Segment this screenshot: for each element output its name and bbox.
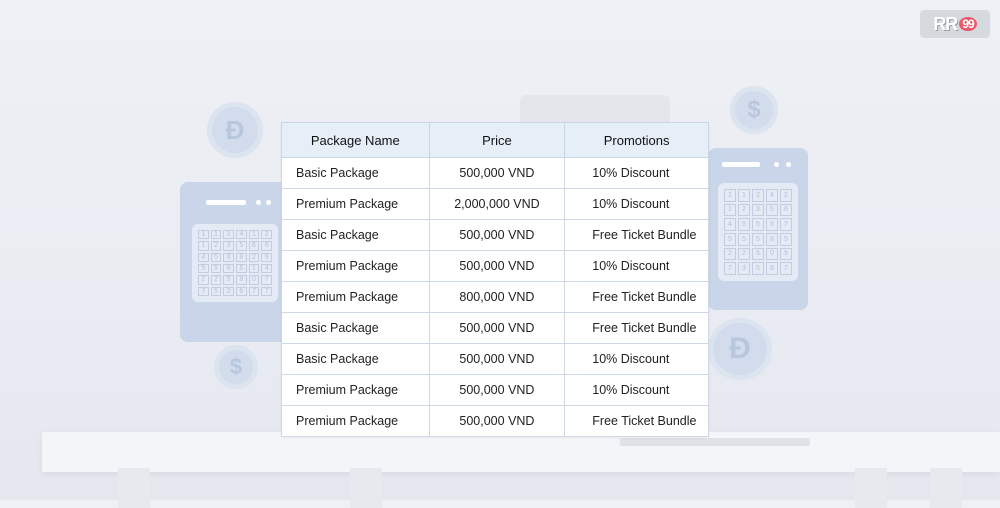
package-name-cell: Premium Package [281, 188, 430, 220]
package-name-cell: Basic Package [281, 343, 430, 375]
lottery-ticket-icon: 11242 12356 45567 55585 22509 73567 [708, 148, 808, 310]
table-row: Basic Package 500,000 VND 10% Discount [281, 157, 709, 189]
promotion-cell: 10% Discount [564, 188, 709, 220]
package-name-cell: Premium Package [281, 250, 430, 282]
dong-coin-icon: Đ [708, 318, 772, 380]
lottery-ticket-icon: 111412 123566 456829 556614 225807 75267… [180, 182, 290, 342]
price-cell: 500,000 VND [428, 312, 566, 344]
table-row: Premium Package 500,000 VND 10% Discount [281, 374, 709, 406]
promotion-cell: Free Ticket Bundle [564, 219, 709, 251]
dollar-coin-icon: $ [730, 86, 778, 134]
package-name-cell: Premium Package [281, 374, 430, 406]
promotion-cell: Free Ticket Bundle [564, 405, 709, 437]
column-header-price: Price [428, 122, 566, 158]
desk-leg [350, 468, 382, 508]
table-row: Premium Package 500,000 VND Free Ticket … [281, 405, 709, 437]
promotion-cell: Free Ticket Bundle [564, 312, 709, 344]
price-cell: 500,000 VND [428, 374, 566, 406]
promotion-cell: 10% Discount [564, 250, 709, 282]
package-name-cell: Basic Package [281, 312, 430, 344]
table-row: Basic Package 500,000 VND Free Ticket Bu… [281, 219, 709, 251]
pricing-table-container: Package Name Price Promotions Basic Pack… [281, 122, 709, 437]
table-header-row: Package Name Price Promotions [281, 122, 709, 158]
promotion-cell: 10% Discount [564, 374, 709, 406]
table-row: Premium Package 800,000 VND Free Ticket … [281, 281, 709, 313]
price-cell: 500,000 VND [428, 405, 566, 437]
price-cell: 500,000 VND [428, 157, 566, 189]
pricing-table: Package Name Price Promotions Basic Pack… [281, 122, 709, 437]
price-cell: 500,000 VND [428, 343, 566, 375]
table-row: Premium Package 2,000,000 VND 10% Discou… [281, 188, 709, 220]
package-name-cell: Basic Package [281, 157, 430, 189]
promotion-cell: 10% Discount [564, 157, 709, 189]
table-row: Basic Package 500,000 VND Free Ticket Bu… [281, 312, 709, 344]
desk [42, 432, 1000, 472]
dong-coin-icon: Đ [207, 102, 263, 158]
column-header-package-name: Package Name [281, 122, 430, 158]
desk-leg [118, 468, 150, 508]
table-row: Premium Package 500,000 VND 10% Discount [281, 250, 709, 282]
promotion-cell: Free Ticket Bundle [564, 281, 709, 313]
dollar-coin-icon: $ [214, 345, 258, 389]
package-name-cell: Basic Package [281, 219, 430, 251]
package-name-cell: Premium Package [281, 281, 430, 313]
desk-leg [855, 468, 887, 508]
price-cell: 500,000 VND [428, 219, 566, 251]
brand-logo: RR 99 [920, 10, 990, 38]
price-cell: 800,000 VND [428, 281, 566, 313]
column-header-promotions: Promotions [564, 122, 709, 158]
table-row: Basic Package 500,000 VND 10% Discount [281, 343, 709, 375]
package-name-cell: Premium Package [281, 405, 430, 437]
desk-leg [930, 468, 962, 508]
price-cell: 2,000,000 VND [428, 188, 566, 220]
laptop [620, 438, 810, 446]
price-cell: 500,000 VND [428, 250, 566, 282]
promotion-cell: 10% Discount [564, 343, 709, 375]
